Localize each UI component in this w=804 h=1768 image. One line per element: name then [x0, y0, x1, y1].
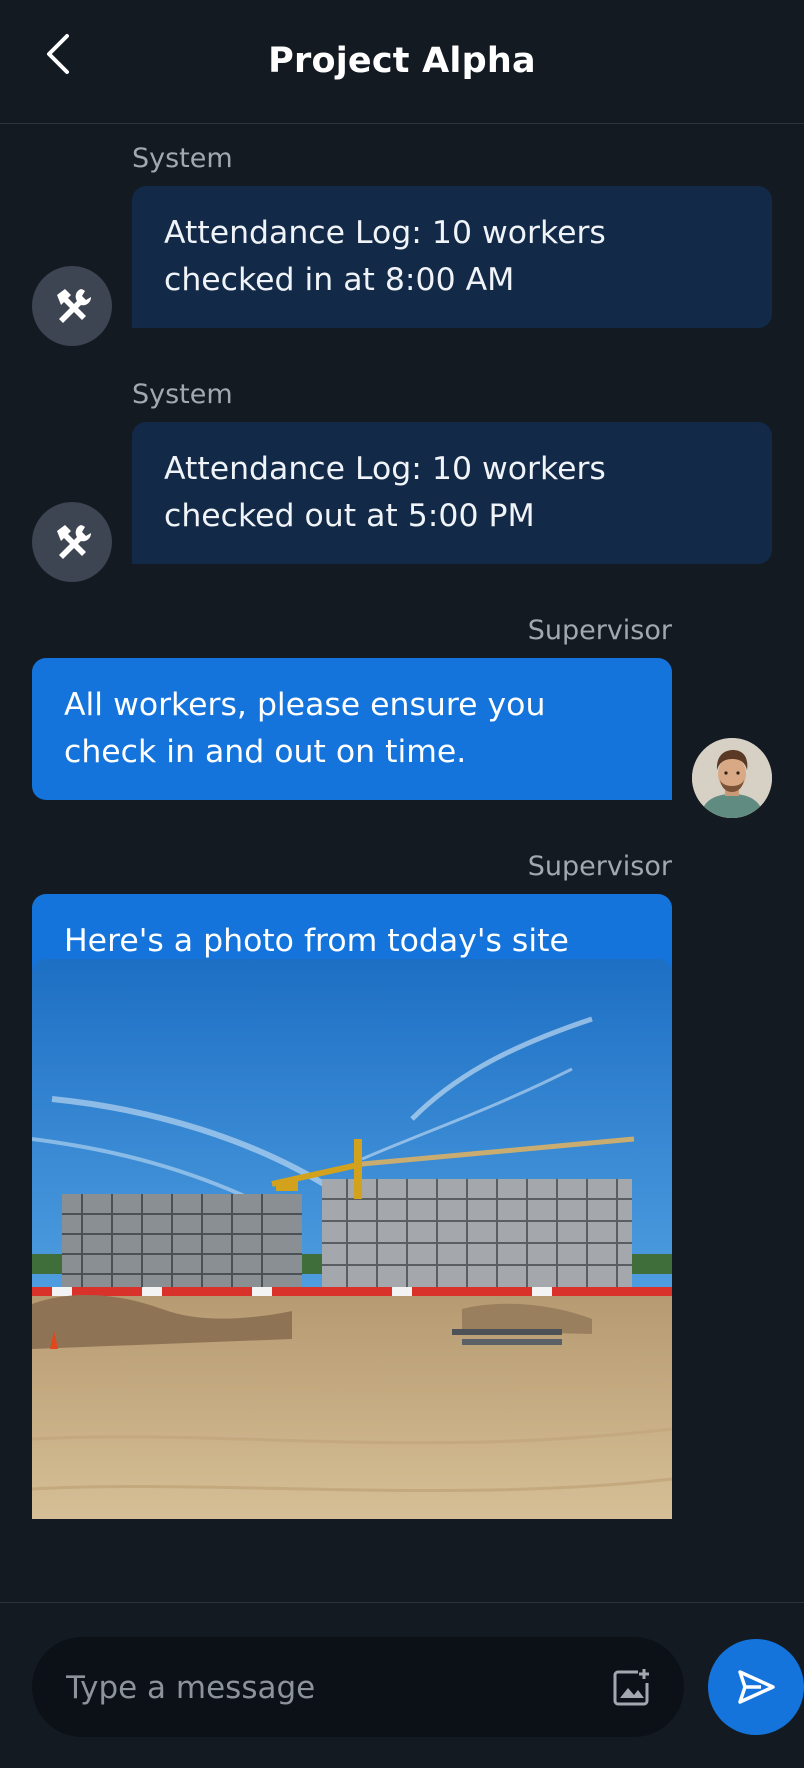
message-list[interactable]: System Attendance Log: 10 workers checke…: [0, 124, 804, 1602]
construction-site-photo[interactable]: [32, 959, 672, 1519]
message-composer: [0, 1602, 804, 1768]
avatar-image: [692, 738, 772, 818]
tools-icon: [57, 289, 92, 323]
send-button[interactable]: [708, 1639, 804, 1735]
supervisor-avatar[interactable]: [692, 738, 772, 818]
chat-screen: Project Alpha System Attendance Log: 10 …: [0, 0, 804, 1768]
message-input[interactable]: [64, 1637, 608, 1739]
message-bubble[interactable]: Attendance Log: 10 workers checked out a…: [132, 422, 772, 564]
message-input-container: [32, 1637, 684, 1739]
message-bubble[interactable]: Attendance Log: 10 workers checked in at…: [132, 186, 772, 328]
chat-header: Project Alpha: [0, 0, 804, 124]
page-title: Project Alpha: [268, 41, 536, 81]
send-icon: [738, 1670, 775, 1704]
add-photo-icon: [613, 1669, 649, 1706]
message-sender: System: [132, 379, 233, 410]
system-avatar: [32, 502, 112, 582]
system-avatar: [32, 266, 112, 346]
message-sender: Supervisor: [527, 851, 672, 882]
message-bubble[interactable]: All workers, please ensure you check in …: [32, 658, 672, 800]
message-sender: Supervisor: [527, 615, 672, 646]
tools-icon: [57, 525, 92, 559]
message-sender: System: [132, 143, 233, 174]
photo-image: [32, 959, 672, 1519]
attach-photo-button[interactable]: [606, 1661, 658, 1713]
